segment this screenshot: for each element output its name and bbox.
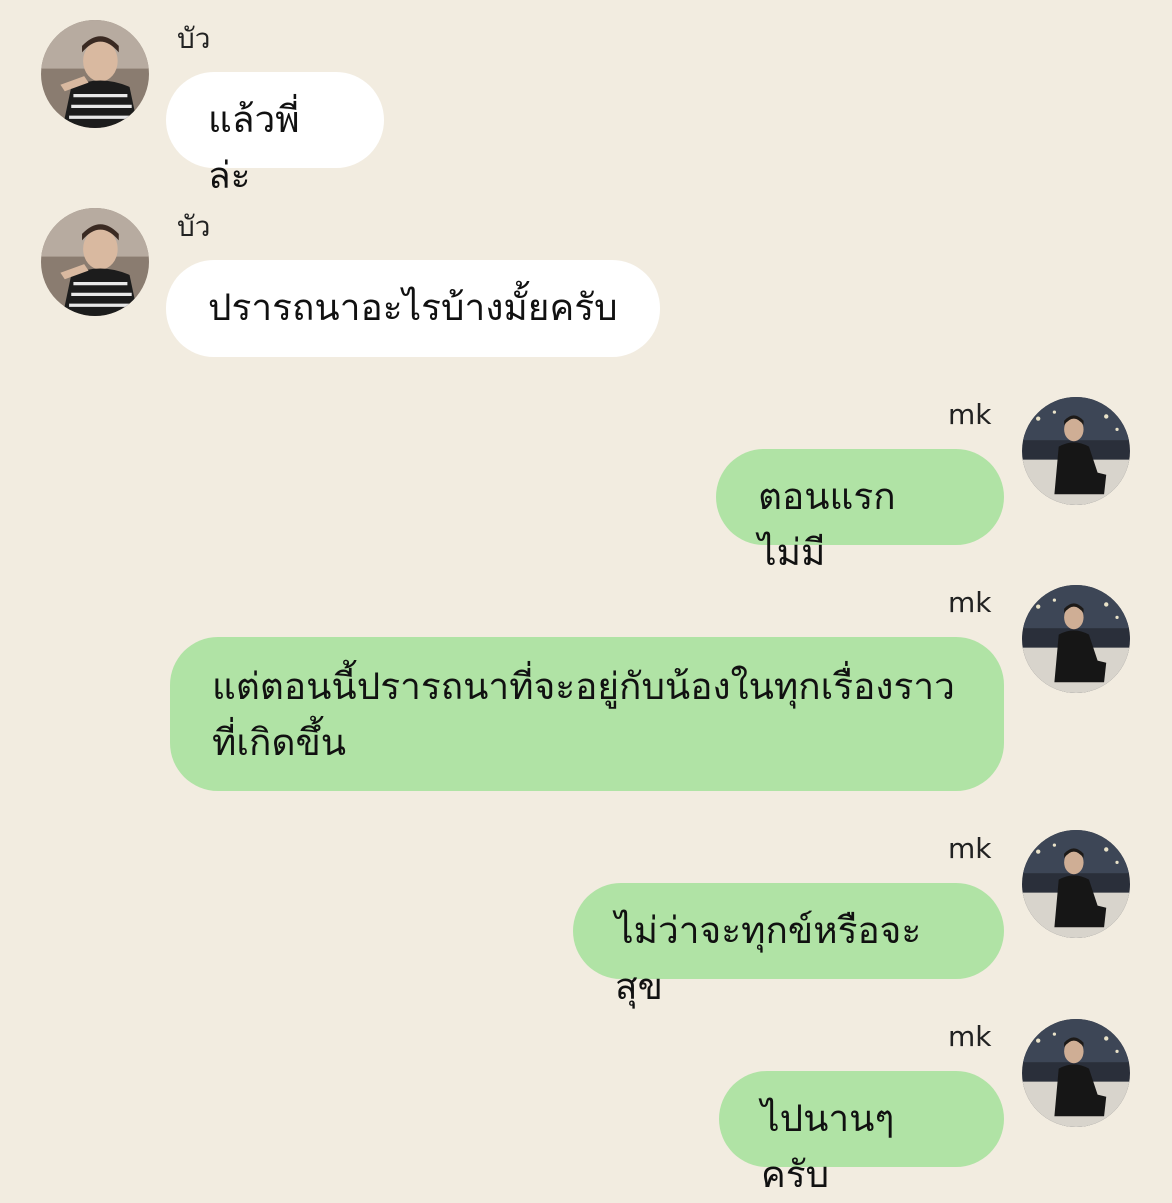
message-bubble-outgoing[interactable]: แต่ตอนนี้ปรารถนาที่จะอยู่กับน้องในทุกเรื… xyxy=(170,637,1004,791)
sender-avatar[interactable] xyxy=(1022,830,1130,938)
sender-avatar[interactable] xyxy=(1022,585,1130,693)
sender-name: บัว xyxy=(177,210,211,243)
sender-avatar[interactable] xyxy=(1022,1019,1130,1127)
sender-name: บัว xyxy=(177,22,211,55)
message-bubble-outgoing[interactable]: ไปนานๆครับ xyxy=(719,1071,1004,1196)
user-photo-avatar-icon xyxy=(1022,585,1130,693)
message-bubble-incoming[interactable]: แล้วพี่ล่ะ xyxy=(166,72,384,197)
user-photo-avatar-icon xyxy=(1022,830,1130,938)
sender-avatar[interactable] xyxy=(41,208,149,316)
sender-name: mk xyxy=(948,586,992,619)
sender-name: mk xyxy=(948,832,992,865)
sender-avatar[interactable] xyxy=(1022,397,1130,505)
sender-name: mk xyxy=(948,1020,992,1053)
message-bubble-incoming[interactable]: ปรารถนาอะไรบ้างมั้ยครับ xyxy=(166,260,660,357)
message-bubble-outgoing[interactable]: ตอนแรกไม่มี xyxy=(716,449,1004,574)
message-bubble-outgoing[interactable]: ไม่ว่าจะทุกข์หรือจะสุข xyxy=(573,883,1004,1008)
sender-avatar[interactable] xyxy=(41,20,149,128)
user-photo-avatar-icon xyxy=(1022,397,1130,505)
user-photo-avatar-icon xyxy=(41,208,149,316)
user-photo-avatar-icon xyxy=(41,20,149,128)
user-photo-avatar-icon xyxy=(1022,1019,1130,1127)
sender-name: mk xyxy=(948,398,992,431)
